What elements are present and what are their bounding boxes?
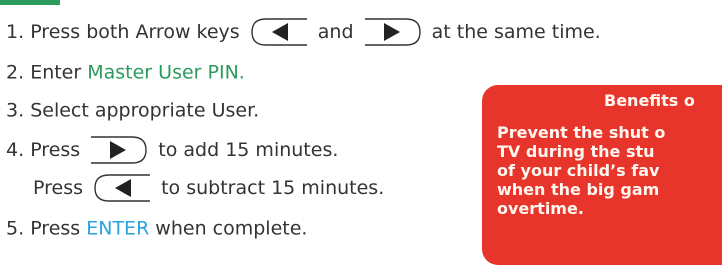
master-pin-highlight: Master User PIN.	[87, 61, 245, 84]
step-text: Select appropriate User.	[30, 99, 260, 122]
step-number: 1.	[6, 21, 25, 43]
step-4: 4. Press to add 15 minutes.	[6, 136, 338, 164]
step-text-end: at the same time.	[431, 21, 601, 43]
step-text: Enter	[30, 61, 88, 84]
step-text-end: to subtract 15 minutes.	[161, 177, 385, 199]
left-arrow-key-icon	[250, 18, 308, 46]
header-accent-bar	[0, 0, 60, 5]
step-text-end: to add 15 minutes.	[158, 139, 339, 161]
benefits-callout: Benefits o Prevent the shut o TV during …	[482, 85, 722, 265]
enter-key-highlight: ENTER	[86, 217, 150, 240]
step-number: 2.	[6, 61, 25, 84]
step-5: 5. Press ENTER when complete.	[6, 216, 307, 241]
step-text-end: when complete.	[149, 217, 308, 240]
step-text: Press	[30, 139, 81, 161]
step-number: 3.	[6, 99, 25, 122]
step-number: 4.	[6, 139, 25, 161]
step-1: 1. Press both Arrow keys and at the same…	[6, 18, 601, 46]
step-text: Press	[30, 217, 87, 240]
step-number: 5.	[6, 217, 25, 240]
step-3: 3. Select appropriate User.	[6, 98, 259, 123]
step-2: 2. Enter Master User PIN.	[6, 60, 245, 85]
right-arrow-key-icon	[90, 136, 148, 164]
left-arrow-key-icon	[93, 174, 151, 202]
step-text: Press	[33, 177, 84, 199]
step-text: Press both Arrow keys	[30, 21, 240, 43]
step-4-subtract: Press to subtract 15 minutes.	[33, 174, 384, 202]
callout-body: Prevent the shut o TV during the stu of …	[497, 123, 666, 218]
step-text-and: and	[317, 21, 354, 43]
right-arrow-key-icon	[364, 18, 422, 46]
callout-title: Benefits o	[604, 91, 695, 110]
